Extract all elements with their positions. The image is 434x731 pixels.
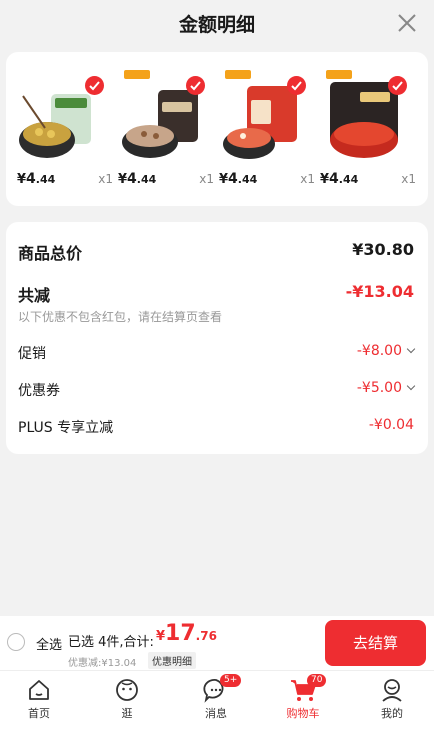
tab-profile[interactable]: 我的 [362,677,422,727]
checkout-bar: 全选 已选 4件,合计: ¥17.76 优惠减:¥13.04 优惠明细 去结算 [0,616,434,670]
price-summary-card: 商品总价 ¥30.80 共减 -¥13.04 以下优惠不包含红包，请在结算页查看… [6,222,428,454]
product-quantity: x1 [401,172,416,186]
face-icon [116,679,138,701]
product-price: ¥4.44 [320,171,359,187]
selected-check-icon[interactable] [186,76,205,95]
tab-label: 消息 [205,707,227,720]
total-label: 商品总价 [18,244,83,263]
plus-value: -¥0.04 [368,417,414,433]
product-item[interactable]: ¥4.44 x1 [320,68,416,198]
discount-detail-button[interactable]: 优惠明细 [148,652,196,669]
product-price: ¥4.44 [118,171,157,187]
discount-note: 以下优惠不包含红包，请在结算页查看 [18,310,223,324]
product-item[interactable]: ¥4.44 x1 [118,68,214,198]
product-quantity: x1 [300,172,315,186]
chevron-down-icon [406,344,416,354]
products-card: ¥4.44 x1 ¥4.44 x1 ¥4.44 x1 ¥4.44 x1 [6,52,428,206]
product-item[interactable]: ¥4.44 x1 [17,68,113,198]
tab-label: 购物车 [286,707,320,720]
plus-label: PLUS 专享立减 [18,420,114,436]
total-value: ¥30.80 [352,240,414,259]
product-price: ¥4.44 [219,171,258,187]
checkout-button[interactable]: 去结算 [325,620,426,666]
tab-cart[interactable]: 70 购物车 [273,674,333,727]
cart-badge: 70 [307,674,327,687]
tab-label: 我的 [381,707,403,720]
select-all-label[interactable]: 全选 [36,634,62,653]
product-quantity: x1 [199,172,214,186]
tab-label: 逛 [121,707,133,720]
cart-total: ¥17.76 [156,621,217,646]
promo-label: 促销 [18,346,46,362]
select-all-radio[interactable] [7,633,25,651]
tab-messages[interactable]: 5+ 消息 [186,674,246,727]
message-badge: 5+ [220,674,242,687]
coupon-value: -¥5.00 [357,380,416,396]
selected-info: 已选 4件,合计: [68,635,154,650]
discount-summary: 优惠减:¥13.04 [68,658,137,669]
home-icon [29,680,49,700]
tab-explore[interactable]: 逛 [97,677,157,727]
promo-value: -¥8.00 [357,343,416,359]
product-quantity: x1 [98,172,113,186]
page-title: 金额明细 [178,14,255,36]
product-item[interactable]: ¥4.44 x1 [219,68,315,198]
product-price: ¥4.44 [17,171,56,187]
selected-check-icon[interactable] [388,76,407,95]
selected-check-icon[interactable] [85,76,104,95]
tab-home[interactable]: 首页 [9,677,69,727]
chevron-down-icon [406,381,416,391]
tab-label: 首页 [28,707,50,720]
close-icon[interactable] [396,12,418,34]
header: 金额明细 [0,0,434,48]
reduce-value: -¥13.04 [345,282,414,301]
coupon-label: 优惠券 [18,383,60,399]
reduce-label: 共减 [18,286,51,305]
user-icon [382,679,402,702]
bottom-tab-bar: 首页 逛 5+ 消息 70 购物车 我的 [0,670,434,731]
selected-check-icon[interactable] [287,76,306,95]
